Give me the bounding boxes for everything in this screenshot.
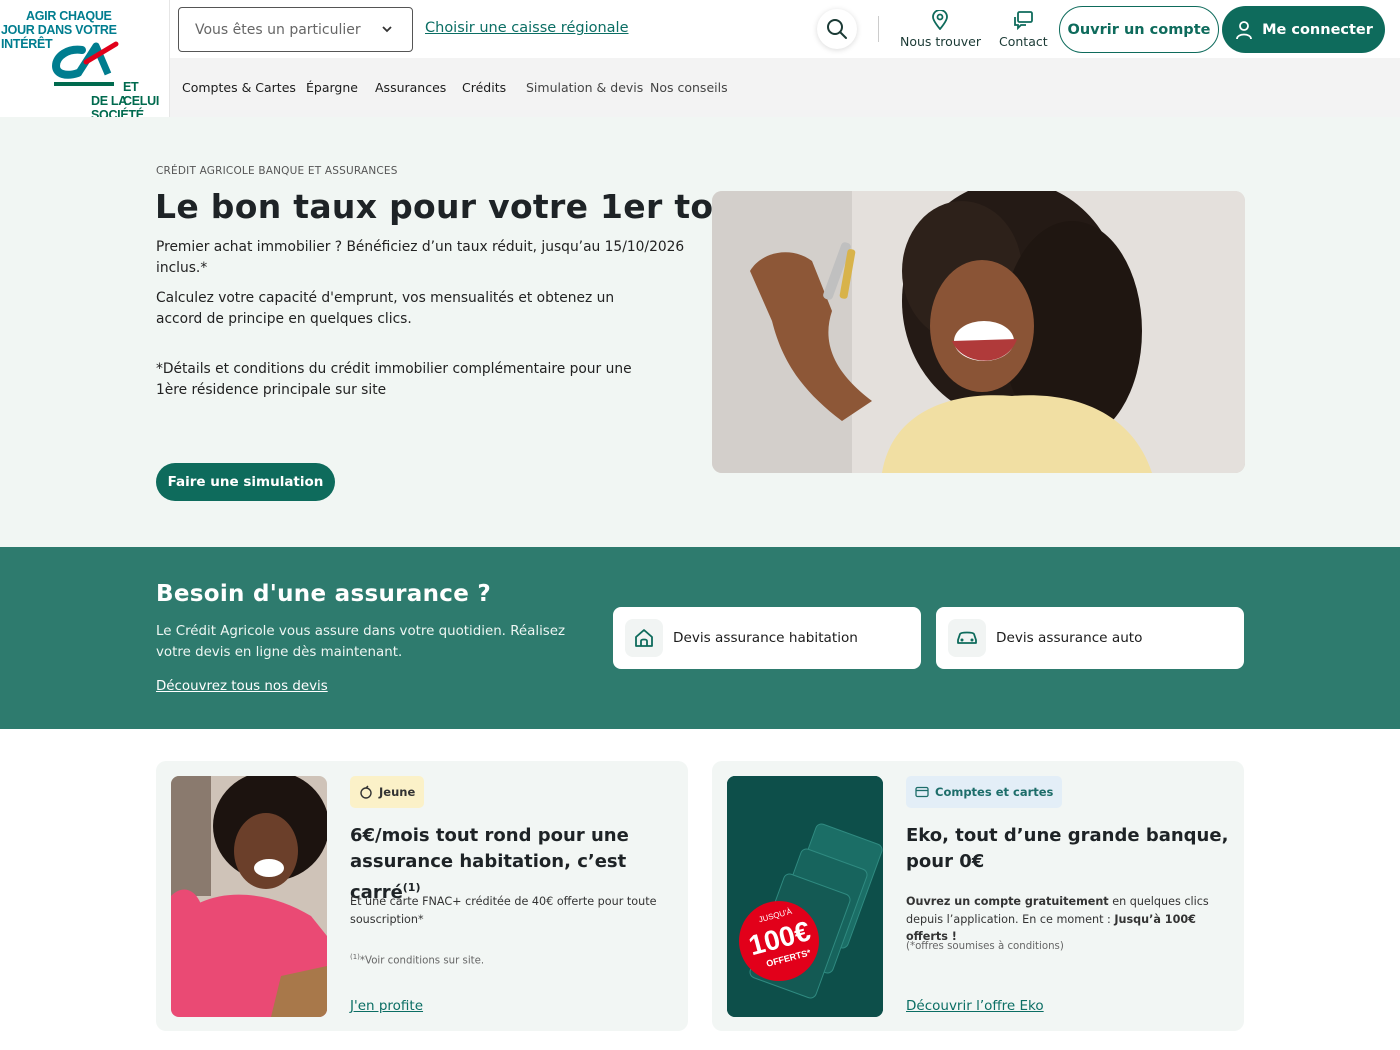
nav-item-assurances[interactable]: Assurances [375, 80, 446, 95]
home-icon [635, 629, 653, 647]
promo-text: Et une carte FNAC+ créditée de 40€ offer… [350, 895, 657, 926]
main-nav: Comptes & Cartes Épargne Assurances Créd… [170, 58, 1400, 117]
slogan-line: AGIR CHAQUE [26, 9, 112, 23]
choose-region-link[interactable]: Choisir une caisse régionale [425, 20, 629, 36]
eko-cards-illustration: JUSQU'À 100€ OFFERTS* [727, 776, 883, 1017]
top-bar: Vous êtes un particulier Choisir une cai… [170, 0, 1400, 58]
login-button[interactable]: Me connecter [1222, 6, 1385, 53]
tag-label: Jeune [379, 785, 416, 799]
promo-footnote: (*offres soumises à conditions) [906, 941, 1064, 952]
nav-item-credits[interactable]: Crédits [462, 80, 506, 95]
location-pin-icon [932, 10, 949, 30]
search-button[interactable] [817, 9, 857, 49]
promo-card-jeune: Jeune 6€/mois tout rond pour une assuran… [156, 761, 688, 1031]
tag-comptes-cartes: Comptes et cartes [906, 776, 1063, 808]
hero-eyebrow: CRÉDIT AGRICOLE BANQUE ET ASSURANCES [156, 165, 398, 177]
hero-description: Calculez votre capacité d'emprunt, vos m… [156, 290, 615, 327]
chevron-down-icon [382, 26, 392, 33]
hero-title: Le bon taux pour votre 1er toit [155, 187, 742, 226]
car-icon [957, 631, 977, 644]
nav-item-simulation-devis[interactable]: Simulation & devis [526, 80, 643, 95]
hero-intro: Premier achat immobilier ? Bénéficiez d’… [156, 239, 685, 276]
user-icon [1236, 20, 1252, 39]
all-quotes-link[interactable]: Découvrez tous nos devis [156, 679, 328, 694]
nav-item-comptes-cartes[interactable]: Comptes & Cartes [182, 80, 296, 95]
footnote-sup: (1) [350, 953, 360, 961]
divider [878, 16, 879, 42]
apple-icon [360, 785, 372, 799]
insurance-band: Besoin d'une assurance ? Le Crédit Agric… [0, 547, 1400, 729]
tag-jeune: Jeune [350, 776, 425, 808]
promo-photo-jeune [171, 776, 327, 1017]
promo-text-bold: Ouvrez un compte gratuitement [906, 895, 1109, 908]
search-icon [827, 19, 847, 39]
insurance-text: Le Crédit Agricole vous assure dans votr… [156, 624, 566, 660]
promo-footnote: (1)*Voir conditions sur site. [350, 953, 484, 966]
car-insurance-label: Devis assurance auto [996, 630, 1143, 646]
home-insurance-quote-card[interactable]: Devis assurance habitation [613, 607, 921, 669]
woman-holding-keys-illustration [712, 191, 1245, 473]
car-icon-wrapper [948, 619, 986, 657]
tag-label: Comptes et cartes [935, 785, 1054, 799]
customer-type-value: Vous êtes un particulier [195, 21, 361, 38]
slogan-line: JOUR DANS VOTRE [1, 23, 117, 37]
promo-card-eko: JUSQU'À 100€ OFFERTS* Comptes et cartes … [712, 761, 1244, 1031]
home-icon-wrapper [625, 619, 663, 657]
promo-title: Eko, tout d’une grande banque, pour 0€ [906, 825, 1229, 872]
find-agency-label: Nous trouver [900, 34, 981, 49]
slogan-line: INTÉRÊT [1, 37, 53, 51]
promo-jeune-link[interactable]: J'en profite [350, 998, 423, 1014]
contact-link[interactable]: Contact [999, 10, 1048, 49]
site-header: AGIR CHAQUE JOUR DANS VOTRE INTÉRÊT ET C… [0, 0, 1400, 122]
promo-photo-eko: JUSQU'À 100€ OFFERTS* [727, 776, 883, 1017]
nav-item-nos-conseils[interactable]: Nos conseils [650, 80, 728, 95]
footnote-text: *Voir conditions sur site. [359, 955, 485, 967]
login-label: Me connecter [1262, 21, 1373, 38]
brand-logo[interactable]: AGIR CHAQUE JOUR DANS VOTRE INTÉRÊT ET C… [0, 0, 170, 122]
nav-item-epargne[interactable]: Épargne [306, 80, 358, 95]
simulation-button[interactable]: Faire une simulation [156, 463, 335, 501]
promo-title-text: 6€/mois tout rond pour une assurance hab… [350, 825, 629, 903]
insurance-title: Besoin d'une assurance ? [156, 581, 492, 607]
home-insurance-label: Devis assurance habitation [673, 630, 858, 646]
promo-eko-link[interactable]: Découvrir l’offre Eko [906, 998, 1044, 1014]
chat-icon [1014, 11, 1034, 30]
customer-type-select[interactable]: Vous êtes un particulier [178, 7, 413, 52]
young-woman-illustration [171, 776, 327, 1017]
find-agency-link[interactable]: Nous trouver [900, 10, 981, 49]
open-account-button[interactable]: Ouvrir un compte [1059, 6, 1219, 53]
hero-section: CRÉDIT AGRICOLE BANQUE ET ASSURANCES Le … [0, 117, 1400, 547]
hero-photo [712, 191, 1245, 473]
contact-label: Contact [999, 34, 1048, 49]
car-insurance-quote-card[interactable]: Devis assurance auto [936, 607, 1244, 669]
hero-disclaimer: *Détails et conditions du crédit immobil… [156, 361, 632, 398]
ca-logo-icon [52, 41, 119, 86]
credit-card-icon [915, 786, 929, 798]
promo-text: Ouvrez un compte gratuitement en quelque… [906, 893, 1231, 946]
